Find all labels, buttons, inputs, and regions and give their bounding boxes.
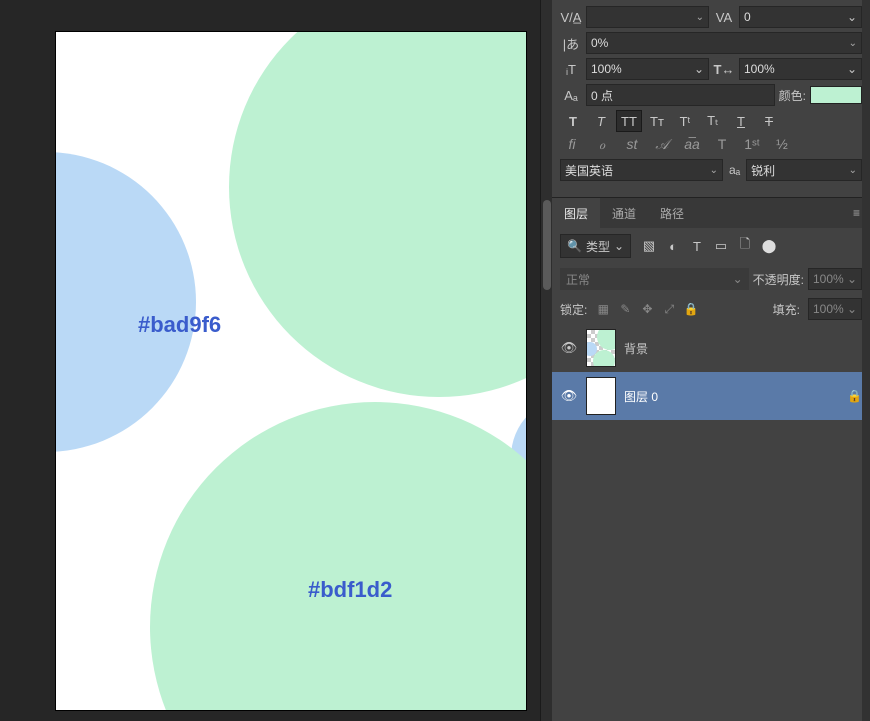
- layer-name[interactable]: 图层 0: [624, 388, 839, 405]
- filter-type-icon[interactable]: T: [689, 238, 705, 254]
- layer-name[interactable]: 背景: [624, 340, 862, 357]
- circle-green-bottom: [150, 402, 526, 710]
- va-icon: V/A̲: [560, 7, 582, 27]
- visibility-icon[interactable]: 👁: [560, 388, 578, 404]
- aa-label: aₐ: [729, 163, 740, 177]
- hex-label-blue[interactable]: #bad9f6: [138, 312, 221, 338]
- layer-filter-combo[interactable]: 🔍 类型 ⌄: [560, 234, 631, 258]
- filter-shape-icon[interactable]: ▭: [713, 238, 729, 254]
- tab-paths[interactable]: 路径: [648, 198, 696, 228]
- vscale-field[interactable]: 100%⌄: [586, 58, 709, 80]
- subscript-button[interactable]: Tₜ: [700, 110, 726, 132]
- ot-ordinals-icon[interactable]: 1ˢᵗ: [740, 136, 764, 153]
- character-panel: V/A̲ ⌄ V͏A 0⌄ |あ 0%⌄ ᵢT 100%⌄ T↔ 100%⌄ A…: [552, 0, 870, 189]
- ot-ligature-icon[interactable]: fi: [560, 136, 584, 153]
- layer-row[interactable]: 👁 背景: [552, 324, 870, 372]
- lock-transparent-icon[interactable]: ▦: [595, 301, 611, 317]
- lock-label: 锁定:: [560, 301, 587, 318]
- layer-thumbnail[interactable]: [586, 329, 616, 367]
- filter-toggle-icon[interactable]: ⬤: [761, 238, 777, 254]
- superscript-button[interactable]: Tᵗ: [672, 110, 698, 132]
- kerning-combo[interactable]: ⌄: [586, 6, 709, 28]
- bold-button[interactable]: T: [560, 110, 586, 132]
- filter-adjust-icon[interactable]: ◐: [665, 238, 681, 254]
- panel-scrollbar[interactable]: [540, 0, 552, 721]
- ot-fractions-icon[interactable]: ½: [770, 136, 794, 153]
- ot-discretionary-icon[interactable]: st: [620, 136, 644, 153]
- hex-label-green[interactable]: #bdf1d2: [308, 577, 392, 603]
- opentype-row: fi ℴ st 𝒜 a͞a T 1ˢᵗ ½: [560, 136, 862, 153]
- panel-tabs: 图层 通道 路径 ≡: [552, 198, 870, 228]
- lock-icon[interactable]: 🔒: [847, 389, 862, 403]
- fill-field[interactable]: 100%⌄: [808, 298, 862, 320]
- circle-green-top: [229, 32, 526, 397]
- ot-titling-icon[interactable]: a͞a: [680, 136, 704, 153]
- ot-stylistic-icon[interactable]: 𝒜: [650, 136, 674, 153]
- ot-swash-icon[interactable]: ℴ: [590, 136, 614, 153]
- canvas-area[interactable]: #bad9f6 #bdf1d2: [0, 0, 540, 721]
- vertical-scale-glyph-icon: |あ: [560, 33, 582, 53]
- filter-smart-icon[interactable]: 🗋: [737, 238, 753, 254]
- tab-channels[interactable]: 通道: [600, 198, 648, 228]
- va-percent-combo[interactable]: 0%⌄: [586, 32, 862, 54]
- lock-pixels-icon[interactable]: ✎: [617, 301, 633, 317]
- lock-all-icon[interactable]: 🔒: [683, 301, 699, 317]
- search-icon: 🔍: [567, 239, 582, 253]
- layer-thumbnail[interactable]: [586, 377, 616, 415]
- circle-blue-left: [56, 152, 196, 452]
- tracking-icon: V͏A: [713, 7, 735, 27]
- baseline-field[interactable]: 0 点: [586, 84, 775, 106]
- allcaps-button[interactable]: TT: [616, 110, 642, 132]
- fill-label: 填充:: [773, 301, 800, 318]
- hscale-field[interactable]: 100%⌄: [739, 58, 862, 80]
- color-label: 颜色:: [779, 87, 806, 104]
- dock-strip: [862, 0, 870, 721]
- layers-panel: 图层 通道 路径 ≡ 🔍 类型 ⌄ ▧ ◐ T ▭ 🗋 ⬤: [552, 197, 870, 420]
- tracking-field[interactable]: 0⌄: [739, 6, 862, 28]
- opacity-label: 不透明度:: [753, 271, 804, 288]
- lock-position-icon[interactable]: ✥: [639, 301, 655, 317]
- filter-pixel-icon[interactable]: ▧: [641, 238, 657, 254]
- blend-mode-combo[interactable]: 正常⌄: [560, 268, 749, 290]
- smallcaps-button[interactable]: Tᴛ: [644, 110, 670, 132]
- type-style-row: T T TT Tᴛ Tᵗ Tₜ T T: [560, 110, 862, 132]
- opacity-field[interactable]: 100%⌄: [808, 268, 862, 290]
- antialias-combo[interactable]: 锐利⌄: [746, 159, 862, 181]
- hscale-icon: T↔: [713, 59, 735, 79]
- underline-button[interactable]: T: [728, 110, 754, 132]
- language-combo[interactable]: 美国英语⌄: [560, 159, 723, 181]
- italic-button[interactable]: T: [588, 110, 614, 132]
- ot-contextual-icon[interactable]: T: [710, 136, 734, 153]
- layer-row[interactable]: 👁 图层 0 🔒: [552, 372, 870, 420]
- vscale-icon: ᵢT: [560, 59, 582, 79]
- artboard[interactable]: #bad9f6 #bdf1d2: [56, 32, 526, 710]
- baseline-icon: Aₐ: [560, 85, 582, 105]
- color-swatch[interactable]: [810, 86, 862, 104]
- visibility-icon[interactable]: 👁: [560, 340, 578, 356]
- strikethrough-button[interactable]: T: [756, 110, 782, 132]
- lock-artboard-icon[interactable]: ⤢: [661, 301, 677, 317]
- tab-layers[interactable]: 图层: [552, 198, 600, 228]
